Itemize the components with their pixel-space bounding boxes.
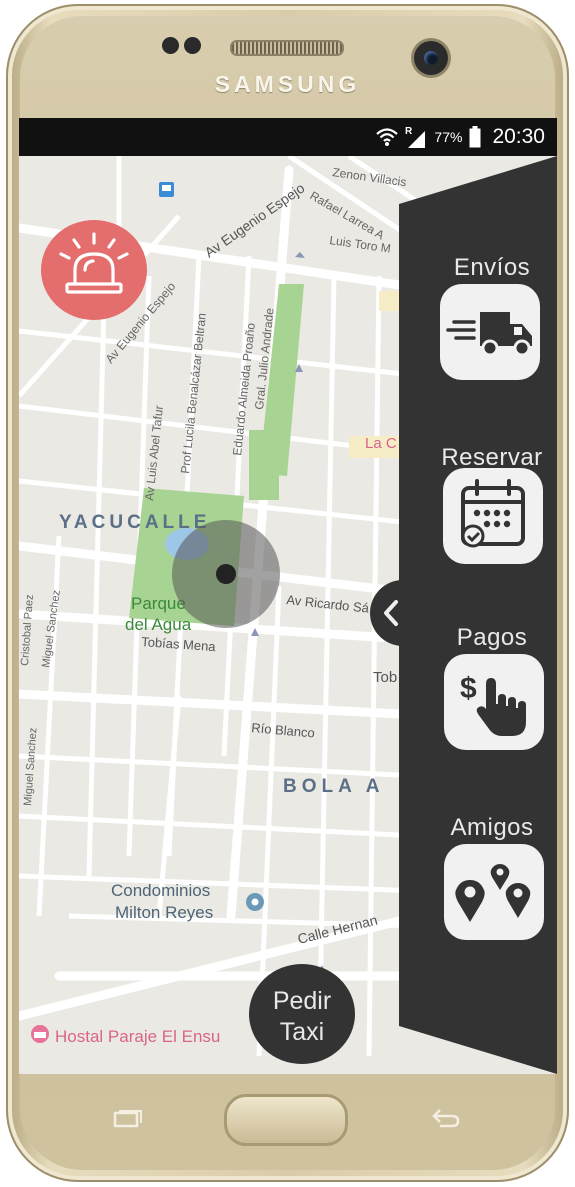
front-camera <box>414 41 448 75</box>
current-location-dot <box>216 564 236 584</box>
battery-icon <box>469 126 481 148</box>
order-taxi-label-line2: Taxi <box>279 1018 325 1046</box>
friends-location-icon <box>455 864 531 922</box>
pagos-button[interactable]: $ <box>444 654 544 750</box>
side-menu: Envíos Reservar Pagos $ Amigos <box>399 156 557 1074</box>
brand-logo: SAMSUNG <box>214 71 361 97</box>
place-condominios-1: Condominios <box>111 881 210 900</box>
area-yacucalle: YACUCALLE <box>59 512 210 533</box>
recent-apps-key[interactable] <box>113 1108 143 1128</box>
menu-label-amigos: Amigos <box>450 814 534 841</box>
roaming-indicator: R <box>405 126 413 137</box>
calendar-icon <box>461 479 525 548</box>
sensor-dots <box>162 37 210 55</box>
street-tob: Tob <box>373 669 397 686</box>
collapse-menu-tab[interactable] <box>370 580 422 646</box>
envios-button[interactable] <box>440 284 540 380</box>
menu-label-pagos: Pagos <box>456 624 528 651</box>
reservar-button[interactable] <box>443 468 543 564</box>
place-condominios-2: Milton Reyes <box>115 903 213 922</box>
signal-icon: R <box>405 126 426 148</box>
order-taxi-label-line1: Pedir <box>272 987 332 1015</box>
order-taxi-button[interactable]: Pedir Taxi <box>249 964 355 1064</box>
place-la-c: La C <box>365 435 397 452</box>
battery-percent: 77% <box>434 129 463 145</box>
status-bar: R 77% 20:30 <box>19 118 557 156</box>
svg-text:$: $ <box>460 672 477 705</box>
panic-alarm-button[interactable] <box>41 220 147 320</box>
payment-hand-icon: $ <box>460 672 526 736</box>
truck-icon <box>446 312 532 357</box>
siren-icon <box>59 232 129 294</box>
chevron-left-icon <box>384 600 398 626</box>
back-key[interactable] <box>428 1106 462 1130</box>
home-key[interactable] <box>224 1094 348 1146</box>
screen: R 77% 20:30 Av Eugenio Espejo Av Eugenio… <box>19 118 557 1074</box>
area-bola: BOLA A <box>283 776 384 797</box>
amigos-button[interactable] <box>444 844 544 940</box>
earpiece-speaker <box>230 40 344 56</box>
menu-label-envios: Envíos <box>453 254 531 281</box>
place-hostal: Hostal Paraje El Ensu <box>55 1027 220 1046</box>
park-label-2: del Agua <box>125 615 192 634</box>
wifi-icon <box>376 128 399 146</box>
status-clock: 20:30 <box>492 125 545 148</box>
